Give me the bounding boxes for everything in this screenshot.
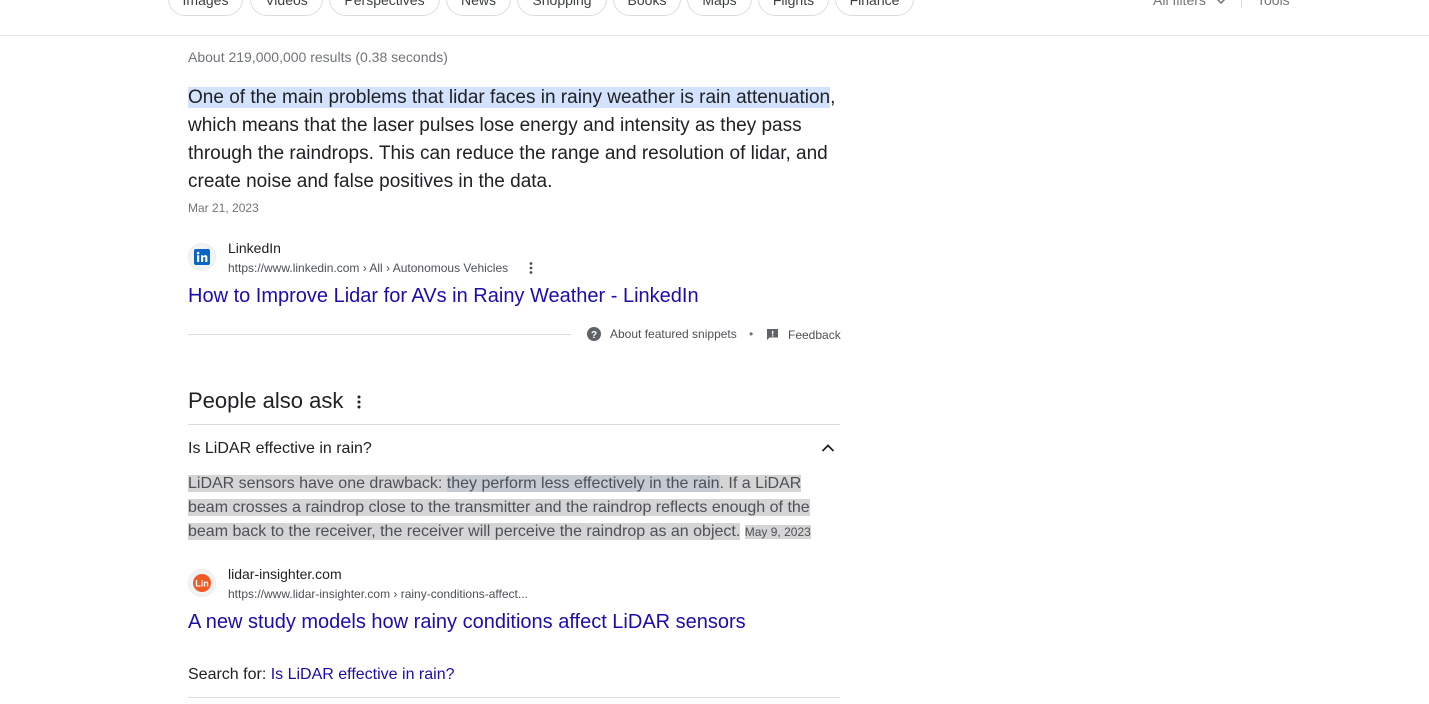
help-icon: ? <box>587 327 601 341</box>
more-options-icon[interactable] <box>526 261 536 275</box>
paa-answer-part1: LiDAR sensors have one drawback: <box>188 475 447 492</box>
lidar-insighter-icon: Lin <box>193 574 211 592</box>
paa-source-name[interactable]: lidar-insighter.com <box>228 565 342 583</box>
featured-snippet-highlight: One of the main problems that lidar face… <box>188 87 831 108</box>
search-for-label: Search for: <box>188 666 271 683</box>
tab-books[interactable]: Books <box>613 0 681 16</box>
tab-finance[interactable]: Finance <box>835 0 914 16</box>
search-tabs-bar: Images Videos Perspectives News Shopping… <box>0 0 1429 36</box>
paa-question[interactable]: Is LiDAR effective in rain? <box>188 438 372 460</box>
featured-snippet-text: One of the main problems that lidar face… <box>188 84 848 196</box>
tools-button[interactable]: Tools <box>1257 0 1290 10</box>
snippet-source-name[interactable]: LinkedIn <box>228 239 281 257</box>
snippet-result-title-link[interactable]: How to Improve Lidar for AVs in Rainy We… <box>188 283 699 309</box>
about-featured-snippets-link[interactable]: About featured snippets <box>610 326 737 342</box>
snippet-source-url[interactable]: https://www.linkedin.com › All › Autonom… <box>228 260 508 276</box>
feedback-icon <box>767 329 778 340</box>
tab-videos[interactable]: Videos <box>250 0 323 16</box>
paa-answer-highlight: they perform less effectively in the rai… <box>446 475 720 492</box>
tab-maps[interactable]: Maps <box>687 0 752 16</box>
people-also-ask-heading: People also ask <box>188 388 344 413</box>
paa-divider-bottom <box>188 697 840 698</box>
paa-divider-top <box>188 424 840 425</box>
paa-more-options-icon[interactable] <box>354 394 364 410</box>
tab-news[interactable]: News <box>446 0 511 16</box>
all-filters-button[interactable]: All filters <box>1153 0 1226 10</box>
tools-divider <box>1241 0 1242 8</box>
paa-answer-text: LiDAR sensors have one drawback: they pe… <box>188 472 833 544</box>
tab-shopping[interactable]: Shopping <box>517 0 607 16</box>
feedback-link[interactable]: Feedback <box>788 327 841 343</box>
chevron-down-icon <box>1216 0 1226 5</box>
paa-source-url[interactable]: https://www.lidar-insighter.com › rainy-… <box>228 586 528 602</box>
search-for-link[interactable]: Is LiDAR effective in rain? <box>271 666 455 683</box>
lidar-insighter-favicon[interactable]: Lin <box>188 569 216 597</box>
chevron-up-icon[interactable] <box>821 443 835 453</box>
svg-text:?: ? <box>591 330 597 341</box>
linkedin-favicon[interactable] <box>188 243 216 271</box>
snippet-divider <box>188 334 571 335</box>
result-stats: About 219,000,000 results (0.38 seconds) <box>188 49 448 65</box>
paa-result-title-link[interactable]: A new study models how rainy conditions … <box>188 609 746 635</box>
featured-snippet-date: Mar 21, 2023 <box>188 201 259 215</box>
search-for-row: Search for: Is LiDAR effective in rain? <box>188 664 455 686</box>
footer-separator: • <box>749 327 754 341</box>
all-filters-label: All filters <box>1153 0 1206 8</box>
linkedin-icon <box>194 249 210 265</box>
tab-flights[interactable]: Flights <box>758 0 829 16</box>
paa-answer-date: May 9, 2023 <box>744 525 811 539</box>
tab-images[interactable]: Images <box>168 0 243 16</box>
tab-perspectives[interactable]: Perspectives <box>329 0 440 16</box>
svg-text:Lin: Lin <box>195 579 209 589</box>
